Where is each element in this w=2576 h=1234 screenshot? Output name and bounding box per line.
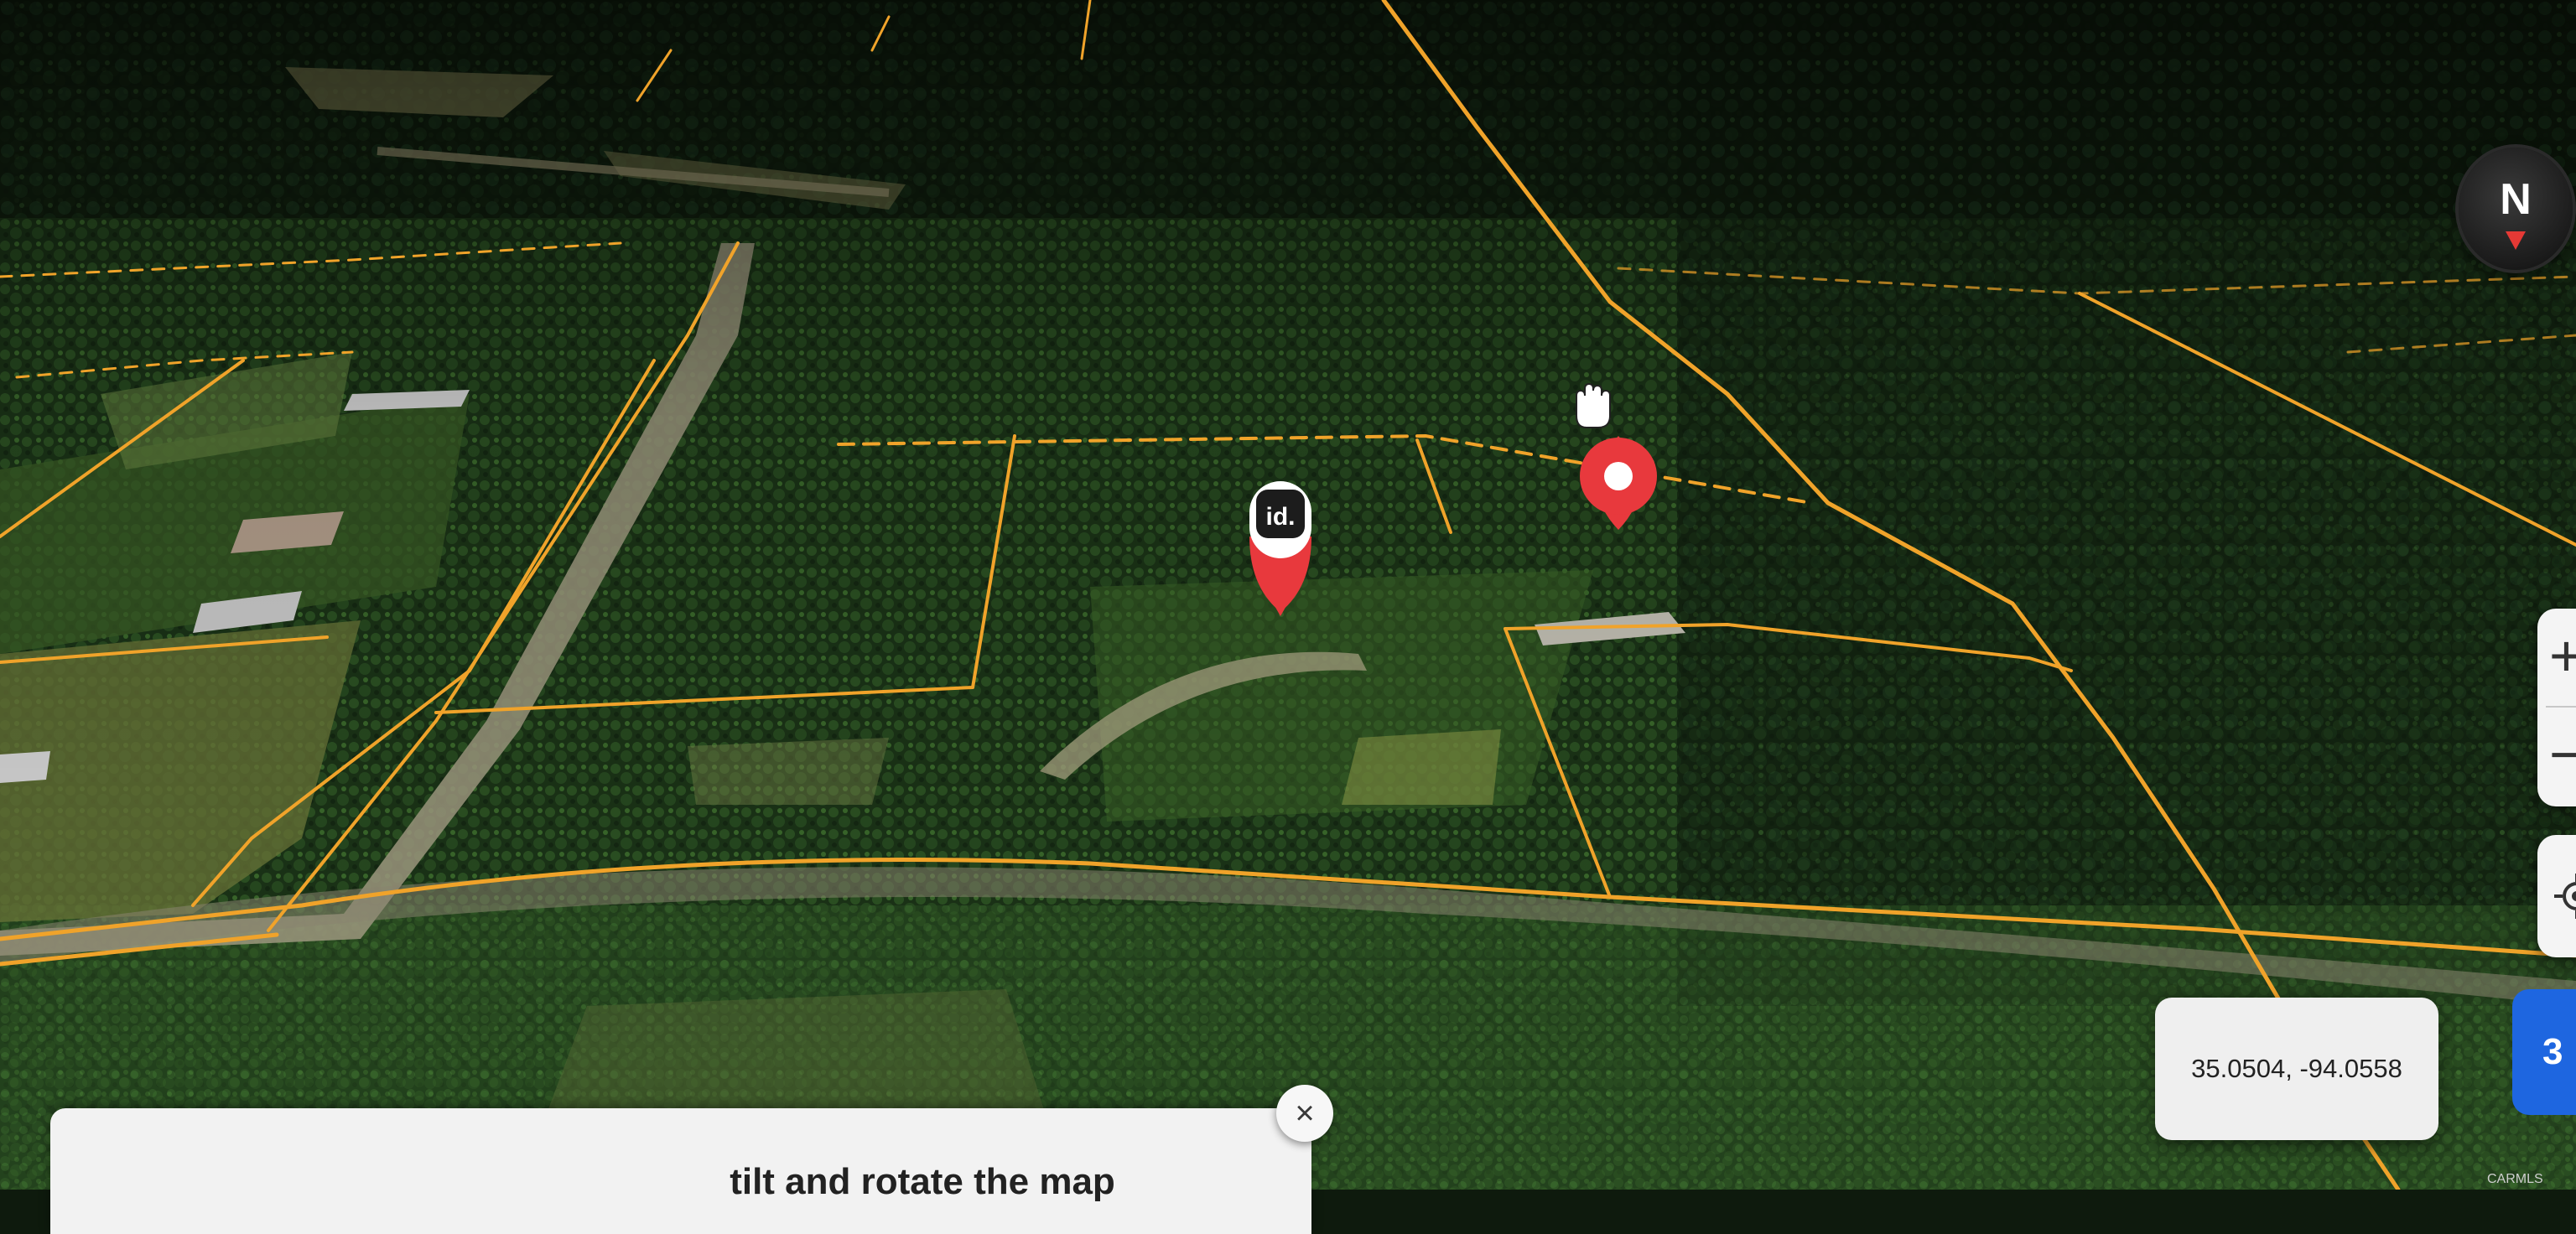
listing-logo-text: id. bbox=[1266, 503, 1296, 531]
blue-action-button[interactable]: 3 bbox=[2512, 989, 2576, 1115]
compass-icon[interactable]: N bbox=[2459, 148, 2573, 270]
locate-me-button[interactable] bbox=[2537, 835, 2576, 957]
zoom-control: + − bbox=[2537, 609, 2576, 806]
crosshair-icon bbox=[2554, 874, 2576, 919]
compass-needle-icon bbox=[2506, 231, 2526, 250]
blue-action-button-label: 3 bbox=[2542, 1031, 2563, 1072]
zoom-in-button[interactable]: + bbox=[2537, 609, 2576, 703]
zoom-out-button[interactable]: − bbox=[2537, 708, 2576, 801]
watermark: CARMLS bbox=[2487, 1172, 2543, 1186]
close-hint-button[interactable]: × bbox=[1276, 1085, 1333, 1142]
coordinates-text: 35.0504, -94.0558 bbox=[2191, 1054, 2402, 1083]
close-icon: × bbox=[1295, 1095, 1315, 1132]
compass-north-label: N bbox=[2500, 175, 2532, 224]
hand-cursor-icon bbox=[1576, 382, 1611, 428]
map-hint-text: tilt and rotate the map bbox=[730, 1161, 1115, 1202]
coordinates-display: 35.0504, -94.0558 bbox=[2155, 998, 2438, 1140]
map-hint-banner: tilt and rotate the map bbox=[50, 1108, 1311, 1234]
